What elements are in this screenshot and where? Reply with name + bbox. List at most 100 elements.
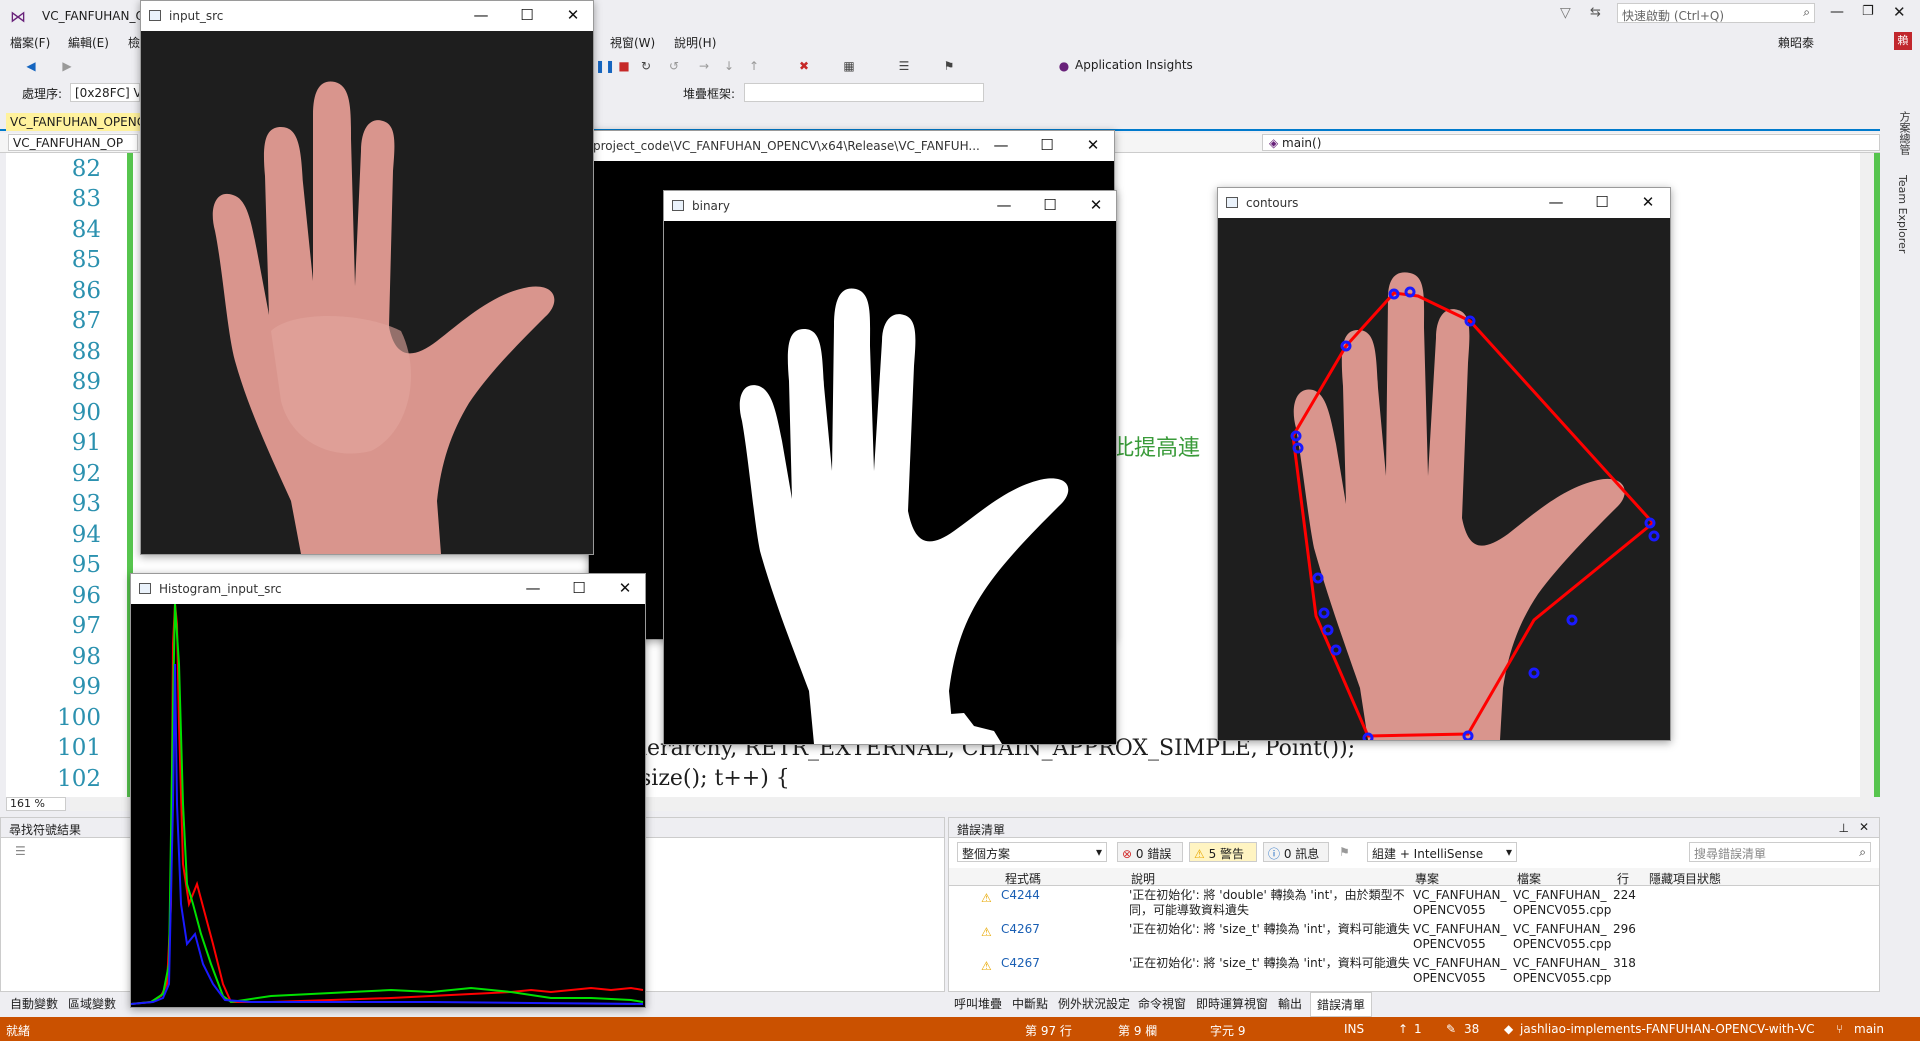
console-maximize-button[interactable]: ☐ bbox=[1037, 136, 1057, 154]
account-name[interactable]: 賴昭泰 bbox=[1778, 34, 1814, 51]
status-push-count[interactable]: 1 bbox=[1414, 1022, 1422, 1036]
input-src-maximize-button[interactable]: ☐ bbox=[517, 6, 537, 24]
contours-close-button[interactable]: ✕ bbox=[1638, 193, 1658, 211]
errors-filter-button[interactable]: ⊗ 0 錯誤 bbox=[1117, 842, 1183, 862]
tab-output[interactable]: 輸出 bbox=[1278, 995, 1302, 1012]
input-src-close-button[interactable]: ✕ bbox=[563, 6, 583, 24]
process-select[interactable]: [0x28FC] VC bbox=[70, 83, 140, 102]
show-next-statement-icon[interactable]: ↺ bbox=[665, 57, 683, 75]
console-close-button[interactable]: ✕ bbox=[1083, 136, 1103, 154]
messages-filter-button[interactable]: ⓘ 0 訊息 bbox=[1263, 842, 1329, 862]
status-edits[interactable]: 38 bbox=[1464, 1022, 1479, 1036]
input-src-title-bar: input_src — ☐ ✕ bbox=[141, 1, 593, 31]
account-badge[interactable]: 賴 bbox=[1894, 32, 1912, 50]
status-repo[interactable]: jashliao-implements-FANFUHAN-OPENCV-with… bbox=[1520, 1022, 1814, 1036]
histogram-minimize-button[interactable]: — bbox=[523, 579, 543, 597]
tab-error-list[interactable]: 錯誤清單 bbox=[1310, 992, 1373, 1017]
col-description[interactable]: 說明 bbox=[1131, 870, 1155, 887]
binary-minimize-button[interactable]: — bbox=[994, 196, 1014, 214]
binary-window[interactable]: binary — ☐ ✕ bbox=[663, 190, 1117, 745]
tab-immediate-window[interactable]: 即時運算視窗 bbox=[1196, 995, 1268, 1012]
solution-explorer-tab[interactable]: 方案總管 bbox=[1896, 111, 1912, 155]
contours-minimize-button[interactable]: — bbox=[1546, 193, 1566, 211]
repo-icon[interactable]: ◆ bbox=[1504, 1022, 1513, 1036]
pause-icon[interactable]: ❚❚ bbox=[595, 57, 615, 75]
tab-locals[interactable]: 區域變數 bbox=[68, 995, 116, 1012]
tab-command-window[interactable]: 命令視窗 bbox=[1138, 995, 1186, 1012]
line-number: 96 bbox=[71, 583, 101, 609]
push-icon[interactable]: ↑ bbox=[1398, 1022, 1408, 1036]
step-out-icon[interactable]: ↑ bbox=[745, 57, 763, 75]
list-icon[interactable]: ☰ bbox=[15, 844, 26, 858]
error-code[interactable]: C4267 bbox=[1001, 922, 1040, 937]
branch-icon[interactable]: ⑂ bbox=[1836, 1022, 1843, 1036]
error-row[interactable]: ⚠ C4267 '正在初始化': 將 'size_t' 轉換為 'int'，資料… bbox=[949, 956, 1879, 990]
close-button[interactable]: ✕ bbox=[1893, 3, 1906, 21]
error-code[interactable]: C4267 bbox=[1001, 956, 1040, 971]
menu-help[interactable]: 說明(H) bbox=[674, 34, 716, 51]
error-row[interactable]: ⚠ C4267 '正在初始化': 將 'size_t' 轉換為 'int'，資料… bbox=[949, 922, 1879, 956]
team-explorer-tab[interactable]: Team Explorer bbox=[1896, 175, 1909, 253]
minimize-button[interactable]: — bbox=[1830, 4, 1844, 20]
nav-function-select[interactable]: ◈ main() bbox=[1262, 134, 1880, 151]
contours-window[interactable]: contours — ☐ ✕ bbox=[1217, 187, 1671, 741]
nav-project-select[interactable]: VC_FANFUHAN_OP bbox=[8, 134, 138, 151]
error-code[interactable]: C4244 bbox=[1001, 888, 1040, 903]
bookmark-icon[interactable]: ⚑ bbox=[940, 57, 958, 75]
document-tab[interactable]: VC_FANFUHAN_OPENC bbox=[6, 113, 146, 131]
menu-file[interactable]: 檔案(F) bbox=[10, 34, 50, 51]
col-line[interactable]: 行 bbox=[1617, 870, 1629, 887]
input-src-window[interactable]: input_src — ☐ ✕ bbox=[140, 0, 594, 555]
error-search-input[interactable]: 搜尋錯誤清單 ⌕ bbox=[1689, 842, 1871, 862]
histogram-window[interactable]: Histogram_input_src — ☐ ✕ bbox=[130, 573, 646, 1008]
step-into-icon[interactable]: ↓ bbox=[720, 57, 738, 75]
menu-window[interactable]: 視窗(W) bbox=[610, 34, 655, 51]
warnings-filter-button[interactable]: ⚠ 5 警告 bbox=[1189, 842, 1257, 862]
forward-icon[interactable]: ▶ bbox=[58, 57, 76, 75]
stack-frame-select[interactable] bbox=[744, 83, 984, 102]
feedback-icon[interactable]: ⇆ bbox=[1590, 5, 1601, 20]
contours-maximize-button[interactable]: ☐ bbox=[1592, 193, 1612, 211]
step-over-icon[interactable]: → bbox=[695, 57, 713, 75]
editor-vertical-scrollbar[interactable] bbox=[1860, 153, 1874, 797]
error-row[interactable]: ⚠ C4244 '正在初始化': 將 'double' 轉換為 'int'，由於… bbox=[949, 888, 1879, 922]
quick-launch-input[interactable]: 快速啟動 (Ctrl+Q) ⌕ bbox=[1617, 3, 1815, 23]
panel-close-icon[interactable]: ✕ bbox=[1859, 820, 1869, 834]
app-insights-button[interactable]: Application Insights bbox=[1075, 58, 1193, 72]
tab-breakpoints[interactable]: 中斷點 bbox=[1012, 995, 1048, 1012]
col-project[interactable]: 專案 bbox=[1415, 870, 1439, 887]
back-icon[interactable]: ◀ bbox=[22, 57, 40, 75]
indent-icon[interactable]: ☰ bbox=[895, 57, 913, 75]
input-src-minimize-button[interactable]: — bbox=[471, 6, 491, 24]
line-number: 97 bbox=[71, 613, 101, 639]
pin-icon[interactable]: ⊥ bbox=[1839, 821, 1849, 835]
filter-toggle-icon[interactable]: ⚑ bbox=[1339, 845, 1350, 859]
col-suppression[interactable]: 隱藏項目狀態 bbox=[1649, 870, 1721, 887]
restore-button[interactable]: ❐ bbox=[1862, 4, 1874, 19]
binary-close-button[interactable]: ✕ bbox=[1086, 196, 1106, 214]
breakpoint-icon[interactable]: ✖ bbox=[795, 57, 813, 75]
histogram-maximize-button[interactable]: ☐ bbox=[569, 579, 589, 597]
binary-maximize-button[interactable]: ☐ bbox=[1040, 196, 1060, 214]
tab-exception-settings[interactable]: 例外狀況設定 bbox=[1058, 995, 1130, 1012]
console-minimize-button[interactable]: — bbox=[991, 136, 1011, 154]
error-scope-select[interactable]: 整個方案 ▾ bbox=[957, 842, 1107, 862]
histogram-close-button[interactable]: ✕ bbox=[615, 579, 635, 597]
status-branch[interactable]: main bbox=[1854, 1022, 1884, 1036]
error-list-panel: 錯誤清單 ⊥ ✕ 整個方案 ▾ ⊗ 0 錯誤 ⚠ 5 警告 ⓘ 0 訊息 ⚑ 組建… bbox=[948, 817, 1880, 992]
filter-icon[interactable]: ▽ bbox=[1560, 5, 1571, 21]
error-project-cont: OPENCV055 bbox=[1413, 903, 1486, 917]
tab-call-stack[interactable]: 呼叫堆疊 bbox=[954, 995, 1002, 1012]
menu-edit[interactable]: 編輯(E) bbox=[68, 34, 109, 51]
hex-icon[interactable]: ▦ bbox=[840, 57, 858, 75]
col-code[interactable]: 程式碼 bbox=[1005, 870, 1041, 887]
restart-icon[interactable]: ↻ bbox=[637, 57, 655, 75]
build-filter-select[interactable]: 組建 + IntelliSense ▾ bbox=[1367, 842, 1517, 862]
zoom-select[interactable]: 161 % bbox=[6, 797, 66, 811]
pencil-icon[interactable]: ✎ bbox=[1446, 1022, 1456, 1036]
stop-icon[interactable]: ■ bbox=[615, 57, 633, 75]
tab-autos[interactable]: 自動變數 bbox=[10, 995, 58, 1012]
col-file[interactable]: 檔案 bbox=[1517, 870, 1541, 887]
warning-icon: ⚠ bbox=[1194, 847, 1205, 861]
menu-view[interactable]: 檢 bbox=[128, 34, 140, 51]
